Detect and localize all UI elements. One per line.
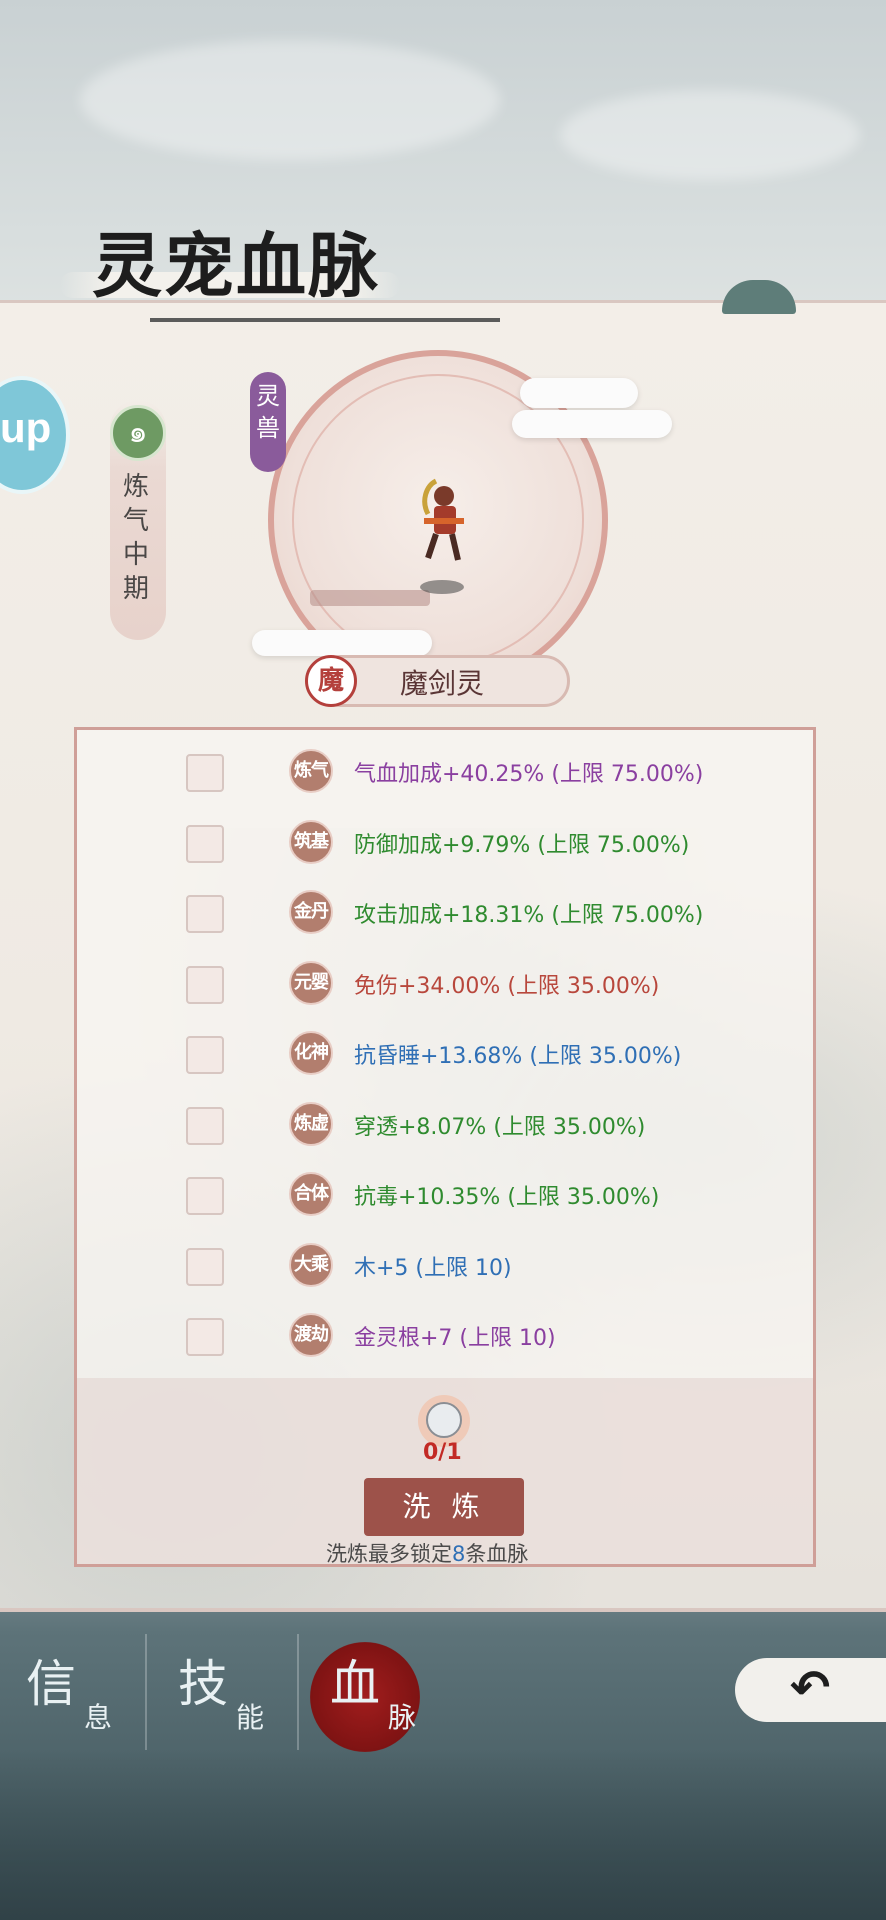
stage-badge: 元婴 [289, 960, 333, 1005]
bloodline-attribute: 金灵根+7 (上限 10) [354, 1326, 556, 1351]
lock-checkbox[interactable] [186, 1177, 224, 1215]
cloud-decoration [252, 630, 432, 656]
tab-skills-label-small: 能 [236, 1701, 265, 1734]
stage-badge: 大乘 [289, 1242, 333, 1287]
upgrade-button-label: up [0, 404, 52, 451]
tab-bloodline-label-big: 血 [330, 1655, 380, 1713]
refine-button[interactable]: 洗 炼 [364, 1478, 524, 1536]
lock-checkbox[interactable] [186, 1106, 224, 1145]
stage-badge: 筑基 [289, 819, 333, 864]
bloodline-attribute: 防御加成+9.79% (上限 75.00%) [354, 832, 690, 858]
refine-hint-prefix: 洗炼最多锁定 [326, 1542, 452, 1566]
realm-label: 炼气中期 [123, 472, 150, 604]
page-title: 灵宠血脉 [92, 224, 380, 307]
pavilion-decoration [310, 590, 430, 606]
tab-bloodline[interactable]: 血 脉 [304, 1634, 449, 1750]
bloodline-row: 金丹 攻击加成+18.31% (上限 75.00%) [74, 883, 816, 943]
cloud-decoration [512, 410, 672, 438]
bloodline-row: 筑基 防御加成+9.79% (上限 75.00%) [74, 813, 816, 873]
stage-badge: 合体 [289, 1172, 333, 1216]
tab-skills-label-big: 技 [178, 1655, 228, 1713]
refine-item-count: 0/1 [423, 1440, 462, 1465]
bottom-mountains [0, 1750, 886, 1920]
realm-swirl-icon: ๑ [110, 405, 166, 461]
bloodline-row: 合体 抗毒+10.35% (上限 35.00%) [74, 1165, 816, 1225]
pet-sprite [422, 478, 464, 561]
pet-name: 魔剑灵 [400, 667, 485, 700]
bloodline-attribute: 穿透+8.07% (上限 35.00%) [354, 1114, 646, 1140]
refine-hint: 洗炼最多锁定8条血脉 [326, 1538, 528, 1568]
lock-checkbox[interactable] [186, 1036, 224, 1074]
back-arrow-icon: ↶ [790, 1660, 831, 1716]
bloodline-row: 化神 抗昏睡+13.68% (上限 35.00%) [74, 1024, 816, 1084]
pet-shadow [420, 580, 464, 594]
title-underline [150, 318, 500, 322]
bloodline-attribute: 气血加成+40.25% (上限 75.00%) [354, 762, 704, 787]
sky-cloud [80, 40, 500, 160]
pet-race-badge: 魔 [305, 655, 357, 707]
tab-bloodline-label-small: 脉 [388, 1701, 417, 1734]
bloodline-row: 大乘 木+5 (上限 10) [74, 1236, 816, 1296]
bloodline-attribute: 免伤+34.00% (上限 35.00%) [354, 973, 660, 999]
pet-type-tag: 灵兽 [250, 372, 286, 472]
refine-stone-icon [426, 1402, 462, 1438]
bloodline-row: 渡劫 金灵根+7 (上限 10) [74, 1306, 816, 1366]
lock-checkbox[interactable] [186, 824, 224, 863]
tab-skills[interactable]: 技 能 [152, 1634, 299, 1750]
bottom-tab-bar: 信 息 技 能 血 脉 [0, 1634, 450, 1750]
bloodline-attribute: 抗昏睡+13.68% (上限 35.00%) [354, 1044, 682, 1069]
refine-hint-suffix: 条血脉 [465, 1542, 529, 1566]
stage-badge: 渡劫 [289, 1313, 333, 1357]
stage-badge: 金丹 [289, 890, 333, 934]
stage-badge: 化神 [289, 1031, 333, 1075]
lock-checkbox[interactable] [186, 1247, 224, 1286]
bloodline-row: 元婴 免伤+34.00% (上限 35.00%) [74, 954, 816, 1014]
pavilion-roof-decoration [722, 280, 796, 314]
bloodline-attribute: 攻击加成+18.31% (上限 75.00%) [354, 903, 704, 928]
bloodline-row: 炼气 气血加成+40.25% (上限 75.00%) [74, 742, 816, 802]
cloud-decoration [520, 378, 638, 408]
tab-info-label-small: 息 [84, 1701, 113, 1734]
lock-checkbox[interactable] [186, 754, 224, 792]
title-banner: 灵宠血脉 [60, 200, 400, 320]
tab-info[interactable]: 信 息 [0, 1634, 147, 1750]
lock-checkbox[interactable] [186, 895, 224, 933]
tab-info-label-big: 信 [26, 1655, 76, 1713]
sky-cloud [560, 90, 860, 180]
lock-checkbox[interactable] [186, 965, 224, 1004]
lock-checkbox[interactable] [186, 1318, 224, 1356]
refine-hint-number: 8 [452, 1542, 466, 1566]
stage-badge: 炼气 [289, 749, 333, 793]
bloodline-attribute: 木+5 (上限 10) [354, 1255, 512, 1281]
bloodline-row: 炼虚 穿透+8.07% (上限 35.00%) [74, 1095, 816, 1155]
stage-badge: 炼虚 [289, 1101, 333, 1146]
bloodline-attribute: 抗毒+10.35% (上限 35.00%) [354, 1185, 660, 1210]
